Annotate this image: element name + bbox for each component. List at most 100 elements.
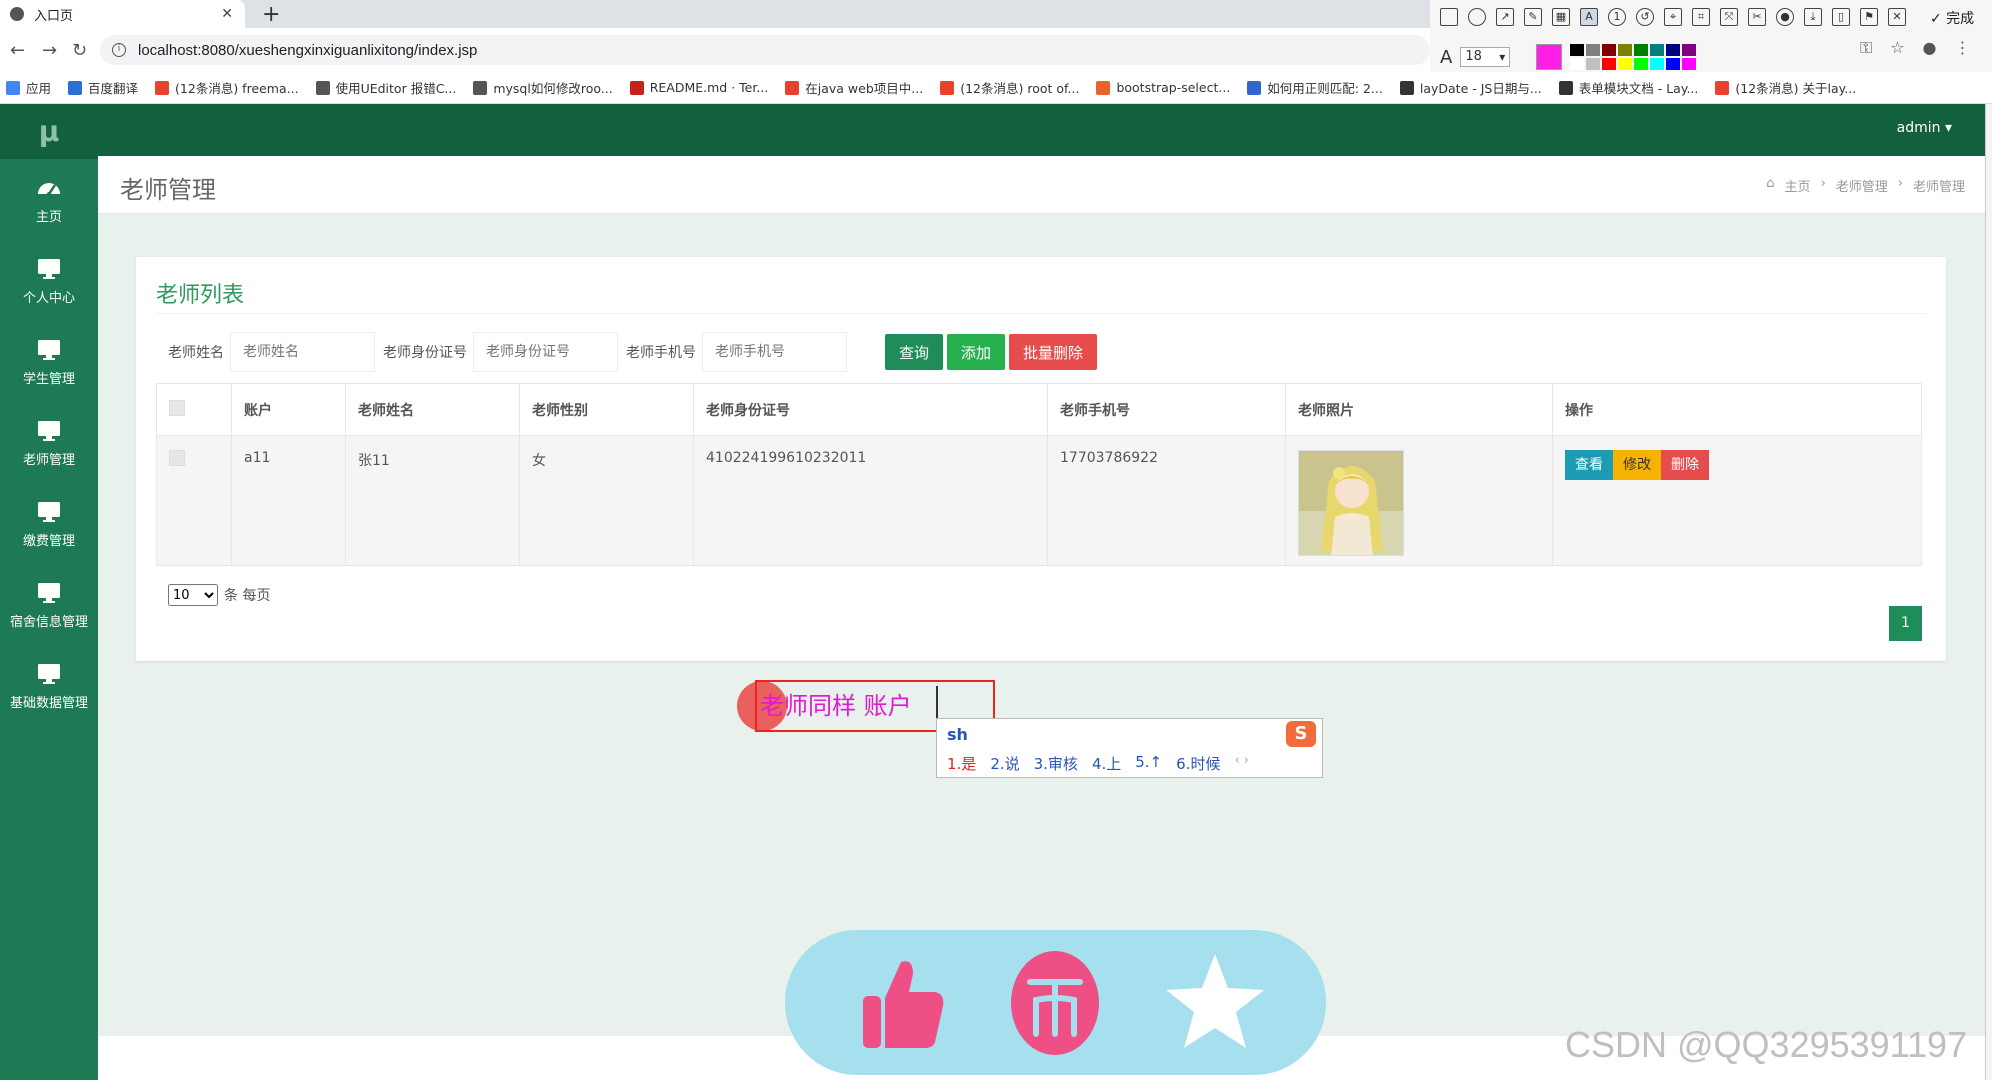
bookmark-item[interactable]: 使用UEditor 报错C... (315, 78, 456, 97)
palette-color-swatch[interactable] (1618, 58, 1633, 70)
palette-color-swatch[interactable] (1682, 44, 1697, 56)
bookmark-item[interactable]: 在java web项目中... (785, 78, 923, 97)
translate-icon[interactable]: ⤧ (1720, 8, 1738, 26)
view-button[interactable]: 查看 (1565, 450, 1613, 480)
breadcrumb-home[interactable]: 主页 (1785, 176, 1811, 195)
reload-icon[interactable]: ↻ (72, 40, 87, 61)
pencil-tool-icon[interactable]: ✎ (1524, 8, 1542, 26)
star-bookmark-icon[interactable]: ☆ (1890, 38, 1904, 58)
bookmark-item[interactable]: mysql如何修改roo... (473, 78, 613, 97)
tab-close-icon[interactable]: ✕ (221, 6, 233, 22)
row-checkbox[interactable] (169, 450, 185, 466)
number-tool-icon[interactable]: 1 (1608, 8, 1626, 26)
bookmark-item[interactable]: layDate - JS日期与... (1399, 78, 1542, 97)
palette-color-swatch[interactable] (1666, 58, 1681, 70)
palette-color-swatch[interactable] (1634, 58, 1649, 70)
bookmark-item[interactable]: 百度翻译 (68, 78, 138, 97)
profile-icon[interactable]: ● (1923, 38, 1937, 58)
bookmark-item[interactable]: README.md · Ter... (629, 80, 768, 95)
mosaic-tool-icon[interactable]: ▦ (1552, 8, 1570, 26)
sidebar-item[interactable]: 个人中心 (0, 240, 98, 321)
key-icon[interactable]: ⚿ (1860, 38, 1872, 58)
long-screenshot-icon[interactable]: ✂ (1748, 8, 1766, 26)
url-field[interactable]: i localhost:8080/xueshengxinxiguanlixito… (100, 35, 1430, 65)
bookmark-item[interactable]: (12条消息) freema... (155, 78, 299, 97)
bookmark-item[interactable]: (12条消息) root of... (940, 78, 1079, 97)
palette-color-swatch[interactable] (1570, 58, 1585, 70)
ime-candidate[interactable]: 5.↑ (1135, 753, 1162, 774)
bookmark-item[interactable]: 如何用正则匹配: 2... (1247, 78, 1383, 97)
forward-icon[interactable]: → (42, 40, 57, 61)
batch-delete-button[interactable]: 批量删除 (1009, 334, 1098, 370)
app-logo[interactable]: μ (0, 104, 98, 159)
palette-color-swatch[interactable] (1650, 58, 1665, 70)
scrollbar[interactable] (1985, 104, 1992, 1080)
ime-candidate[interactable]: 6.时候 (1176, 753, 1220, 774)
teacher-photo[interactable] (1298, 450, 1404, 556)
arrow-tool-icon[interactable]: ↗ (1496, 8, 1514, 26)
back-icon[interactable]: ← (10, 40, 25, 61)
palette-color-swatch[interactable] (1634, 44, 1649, 56)
palette-color-swatch[interactable] (1586, 58, 1601, 70)
palette-color-swatch[interactable] (1570, 44, 1585, 56)
palette-color-swatch[interactable] (1650, 44, 1665, 56)
like-icon[interactable] (845, 948, 955, 1058)
sidebar-item[interactable]: 主页 (0, 159, 98, 240)
ime-candidate[interactable]: 3.审核 (1034, 753, 1078, 774)
ime-candidate[interactable]: 1.是 (947, 753, 976, 774)
bookmark-item[interactable]: 表单模块文档 - Lay... (1558, 78, 1698, 97)
download-icon[interactable]: ⤓ (1804, 8, 1822, 26)
new-tab-button[interactable]: + (262, 2, 280, 27)
font-size-select[interactable]: 18 (1460, 47, 1511, 67)
add-button[interactable]: 添加 (947, 334, 1006, 370)
breadcrumb-level1[interactable]: 老师管理 (1836, 176, 1888, 195)
palette-color-swatch[interactable] (1602, 58, 1617, 70)
teacher-phone-input[interactable] (702, 332, 847, 372)
coin-icon[interactable] (1000, 948, 1110, 1058)
table-row[interactable]: a11 张11 女 410224199610232011 17703786922 (156, 435, 1922, 566)
select-all-checkbox[interactable] (169, 399, 185, 416)
bookmark-item[interactable]: 应用 (6, 78, 51, 97)
page-size-select[interactable]: 10 (168, 584, 218, 606)
bookmark-favicon-icon (1096, 80, 1111, 95)
sidebar-item[interactable]: 宿舍信息管理 (0, 564, 98, 645)
ime-candidate[interactable]: 2.说 (990, 753, 1019, 774)
palette-color-swatch[interactable] (1586, 44, 1601, 56)
ime-candidate[interactable]: 4.上 (1092, 753, 1121, 774)
bookmark-icon[interactable]: ⚑ (1860, 8, 1878, 26)
record-icon[interactable]: ● (1776, 8, 1794, 26)
current-color-swatch[interactable] (1536, 44, 1563, 70)
palette-color-swatch[interactable] (1666, 44, 1681, 56)
text-tool-icon[interactable]: A (1580, 8, 1598, 26)
pin-icon[interactable]: ⌖ (1664, 8, 1682, 26)
user-menu[interactable]: admin ▾ (1897, 120, 1952, 136)
undo-icon[interactable]: ↺ (1636, 8, 1654, 26)
palette-color-swatch[interactable] (1682, 58, 1697, 70)
ellipse-tool-icon[interactable] (1468, 8, 1486, 26)
ime-page-arrows[interactable]: ‹ › (1234, 753, 1249, 774)
teacher-id-input[interactable] (473, 332, 618, 372)
ocr-icon[interactable]: ⌗ (1692, 8, 1710, 26)
bookmark-item[interactable]: bootstrap-select... (1096, 80, 1230, 95)
page-1-button[interactable]: 1 (1889, 606, 1922, 641)
favorite-star-icon[interactable] (1160, 948, 1270, 1058)
menu-icon[interactable]: ⋮ (1955, 38, 1971, 58)
done-button[interactable]: ✓ 完成 (1930, 8, 1974, 28)
query-button[interactable]: 查询 (885, 334, 944, 370)
save-icon[interactable]: ▯ (1832, 8, 1850, 26)
color-palette[interactable] (1570, 44, 1697, 70)
edit-button[interactable]: 修改 (1613, 450, 1661, 480)
teacher-name-input[interactable] (230, 332, 375, 372)
bookmark-item[interactable]: (12条消息) 关于lay... (1715, 78, 1856, 97)
sidebar-item[interactable]: 基础数据管理 (0, 645, 98, 726)
sidebar-item[interactable]: 老师管理 (0, 402, 98, 483)
cancel-icon[interactable]: ✕ (1888, 8, 1906, 26)
delete-button[interactable]: 删除 (1661, 450, 1709, 480)
rectangle-tool-icon[interactable] (1440, 8, 1458, 26)
palette-color-swatch[interactable] (1618, 44, 1633, 56)
sidebar-item[interactable]: 学生管理 (0, 321, 98, 402)
sidebar-item[interactable]: 缴费管理 (0, 483, 98, 564)
browser-tab[interactable]: 入口页 ✕ (0, 0, 245, 28)
palette-color-swatch[interactable] (1602, 44, 1617, 56)
site-info-icon[interactable]: i (112, 43, 126, 57)
